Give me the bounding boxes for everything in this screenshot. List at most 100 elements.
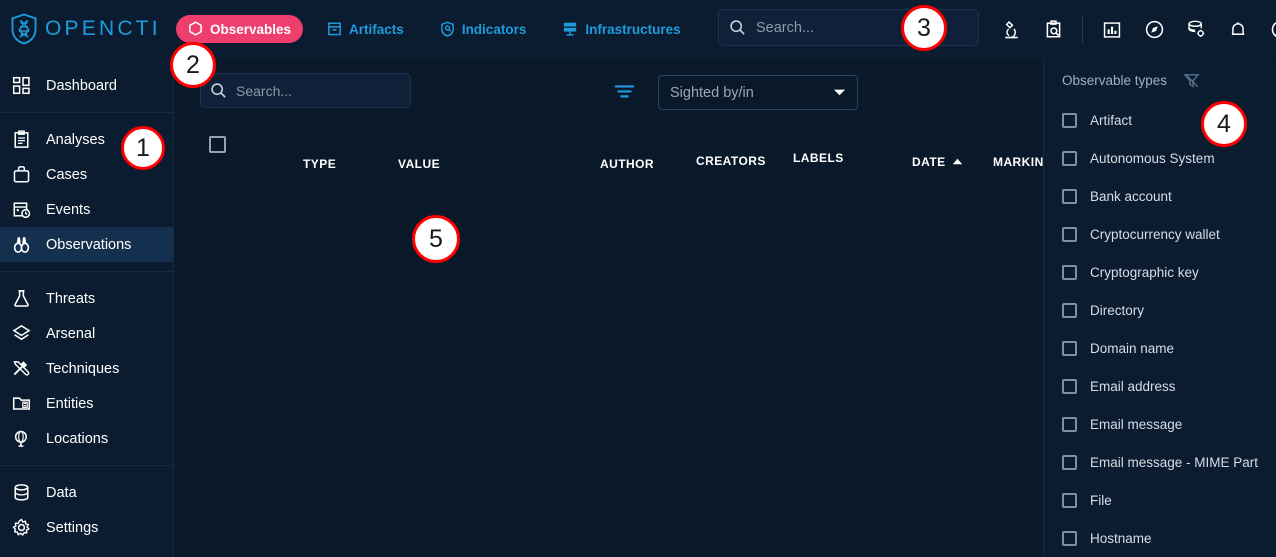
- sidebar-item-label: Threats: [46, 290, 96, 307]
- column-header-author[interactable]: AUTHOR: [600, 157, 654, 171]
- observable-type-item[interactable]: Domain name: [1044, 329, 1276, 367]
- filter-off-icon[interactable]: [1183, 72, 1200, 89]
- annotation-marker-4: 4: [1201, 101, 1247, 147]
- sidebar-item-label: Observations: [46, 236, 132, 253]
- table-header-row: TYPE VALUE AUTHOR CREATORS LABELS DATE M…: [174, 131, 1053, 173]
- sidebar-item-entities[interactable]: Entities: [0, 386, 173, 421]
- sidebar-item-techniques[interactable]: Techniques: [0, 351, 173, 386]
- column-header-labels[interactable]: LABELS: [793, 151, 844, 165]
- microscope-icon[interactable]: [990, 0, 1032, 59]
- briefcase-icon: [12, 164, 38, 186]
- calendar-clock-icon: [12, 199, 38, 221]
- checkbox[interactable]: [1062, 226, 1077, 242]
- observable-types-header: Observable types: [1044, 59, 1276, 101]
- observable-type-item[interactable]: Email address: [1044, 367, 1276, 405]
- checkbox[interactable]: [1062, 340, 1077, 356]
- top-nav-pills: Observables Artifacts Indicators Infrast…: [176, 15, 705, 43]
- global-search-placeholder: Search...: [756, 19, 815, 36]
- sidebar-group-admin: Data Settings: [0, 466, 173, 554]
- nav-pill-infrastructures[interactable]: Infrastructures: [550, 15, 692, 43]
- globe-pin-icon: [12, 428, 38, 450]
- top-action-icons: [990, 0, 1276, 59]
- observable-type-label: Email message - MIME Part: [1090, 454, 1259, 470]
- database-cog-icon[interactable]: [1175, 0, 1217, 59]
- observable-type-label: Hostname: [1090, 530, 1152, 546]
- shield-search-icon: [440, 21, 454, 37]
- observable-type-item[interactable]: Autonomous System: [1044, 139, 1276, 177]
- sidebar-item-events[interactable]: Events: [0, 192, 173, 227]
- nav-pill-label: Artifacts: [349, 21, 404, 37]
- observable-type-item[interactable]: File: [1044, 481, 1276, 519]
- search-input[interactable]: Search...: [200, 73, 411, 108]
- annotation-marker-2: 2: [170, 42, 216, 88]
- folder-building-icon: [12, 393, 38, 415]
- sidebar-item-arsenal[interactable]: Arsenal: [0, 316, 173, 351]
- observable-type-item[interactable]: Email message - MIME Part: [1044, 443, 1276, 481]
- observable-type-item[interactable]: Email message: [1044, 405, 1276, 443]
- sidebar-item-label: Entities: [46, 395, 94, 412]
- clipboard-search-icon[interactable]: [1032, 0, 1074, 59]
- hexagon-icon: [189, 21, 202, 36]
- checkbox[interactable]: [1062, 416, 1077, 432]
- toolbar-divider: [1082, 15, 1083, 44]
- checkbox[interactable]: [1062, 530, 1077, 546]
- sidebar-item-label: Data: [46, 484, 77, 501]
- checkbox[interactable]: [1062, 454, 1077, 470]
- observable-type-label: Autonomous System: [1090, 150, 1215, 166]
- sidebar-item-data[interactable]: Data: [0, 475, 173, 510]
- archive-icon: [328, 22, 341, 36]
- observable-type-label: Cryptographic key: [1090, 264, 1199, 280]
- dashboard-grid-icon: [12, 75, 38, 97]
- column-header-type[interactable]: TYPE: [303, 157, 336, 171]
- sidebar-item-dashboard[interactable]: Dashboard: [0, 68, 173, 103]
- brand-logo[interactable]: OPENCTI: [0, 13, 176, 45]
- observable-type-label: File: [1090, 492, 1112, 508]
- chart-bar-icon[interactable]: [1091, 0, 1133, 59]
- observable-type-label: Email message: [1090, 416, 1183, 432]
- checkbox[interactable]: [1062, 378, 1077, 394]
- sighted-by-in-select[interactable]: Sighted by/in: [658, 75, 858, 110]
- table-body: [174, 173, 1043, 557]
- database-icon: [12, 482, 38, 504]
- search-icon: [730, 20, 745, 35]
- observable-type-item[interactable]: Cryptographic key: [1044, 253, 1276, 291]
- observable-type-item[interactable]: Cryptocurrency wallet: [1044, 215, 1276, 253]
- annotation-marker-3: 3: [901, 5, 947, 51]
- filter-lines-icon[interactable]: [612, 81, 636, 101]
- checkbox[interactable]: [1062, 112, 1077, 128]
- nav-pill-observables[interactable]: Observables: [176, 15, 304, 43]
- server-icon: [564, 22, 577, 36]
- observable-type-label: Bank account: [1090, 188, 1172, 204]
- account-circle-icon[interactable]: [1259, 0, 1276, 59]
- observable-types-list: Artifact Autonomous System Bank account …: [1044, 101, 1276, 557]
- observable-type-item[interactable]: Bank account: [1044, 177, 1276, 215]
- checkbox[interactable]: [1062, 150, 1077, 166]
- select-value: Sighted by/in: [670, 84, 754, 101]
- checkbox[interactable]: [1062, 188, 1077, 204]
- nav-pill-label: Infrastructures: [585, 21, 681, 37]
- sidebar-item-threats[interactable]: Threats: [0, 281, 173, 316]
- observable-type-item[interactable]: Hostname: [1044, 519, 1276, 557]
- observable-types-title: Observable types: [1062, 72, 1168, 88]
- sidebar-group-main: Dashboard: [0, 59, 173, 112]
- chevron-down-icon: [833, 89, 846, 96]
- column-header-creators[interactable]: CREATORS: [696, 154, 766, 168]
- sidebar-item-label: Locations: [46, 430, 109, 447]
- checkbox[interactable]: [1062, 264, 1077, 280]
- observable-type-label: Domain name: [1090, 340, 1175, 356]
- nav-pill-indicators[interactable]: Indicators: [428, 15, 539, 43]
- sidebar-item-locations[interactable]: Locations: [0, 421, 173, 456]
- compass-icon[interactable]: [1133, 0, 1175, 59]
- content-toolbar: Search... Sighted by/in: [174, 59, 1043, 131]
- checkbox[interactable]: [1062, 302, 1077, 318]
- clipboard-text-icon: [12, 129, 38, 151]
- sidebar-item-settings[interactable]: Settings: [0, 510, 173, 545]
- checkbox[interactable]: [1062, 492, 1077, 508]
- sidebar-item-observations[interactable]: Observations: [0, 227, 173, 262]
- observable-type-item[interactable]: Directory: [1044, 291, 1276, 329]
- column-header-value[interactable]: VALUE: [398, 157, 440, 171]
- bell-icon[interactable]: [1217, 0, 1259, 59]
- column-header-date[interactable]: DATE: [912, 155, 963, 169]
- nav-pill-artifacts[interactable]: Artifacts: [315, 15, 416, 43]
- select-all-checkbox[interactable]: [209, 136, 226, 153]
